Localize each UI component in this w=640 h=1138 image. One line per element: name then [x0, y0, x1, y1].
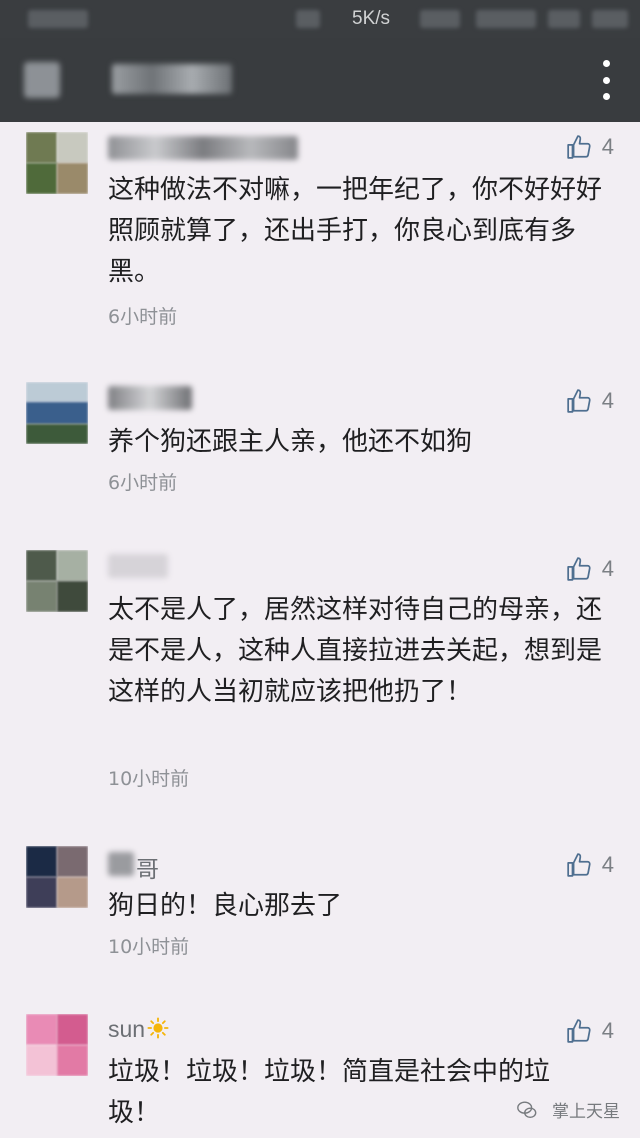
avatar[interactable] [26, 1014, 88, 1076]
user-name [108, 554, 168, 578]
user-name [108, 386, 192, 410]
user-name [108, 136, 298, 160]
like-button[interactable]: 4 [566, 388, 614, 414]
signal-icon [296, 10, 320, 28]
carrier-blur [28, 10, 88, 28]
thumbs-up-icon [567, 1019, 591, 1043]
wechat-icon [517, 1101, 537, 1118]
comment-item: 4 这种做法不对嘛，一把年纪了，你不好好好照顾就算了，还出手打，你良心到底有多黑… [0, 122, 640, 362]
comment-text: 太不是人了，居然这样对待自己的母亲，还是不是人，这种人直接拉进去关起，想到是这样… [108, 595, 603, 707]
watermark: 掌上天星 [516, 1097, 620, 1122]
more-options-icon[interactable] [602, 60, 610, 100]
cellular-icon [476, 10, 536, 28]
network-speed: 5K/s [352, 8, 391, 29]
like-button[interactable]: 4 [566, 556, 614, 582]
thumbs-up-icon [567, 557, 591, 581]
nav-bar [0, 38, 640, 122]
comment-text: 养个狗还跟主人亲，他还不如狗 [108, 427, 473, 457]
like-button[interactable]: 4 [566, 1018, 614, 1044]
comment-text: 狗日的！良心那去了 [108, 891, 343, 921]
user-name: 哥 [136, 856, 159, 882]
like-count: 4 [601, 852, 614, 877]
thumbs-up-icon [567, 853, 591, 877]
watermark-text: 掌上天星 [552, 1102, 620, 1122]
avatar[interactable] [26, 132, 88, 194]
page-title [112, 64, 232, 94]
comment-item: 哥 4 狗日的！良心那去了 10小时前 [0, 836, 640, 976]
name-blur [108, 852, 134, 876]
like-count: 4 [601, 556, 614, 581]
status-bar: 5K/s [0, 0, 640, 38]
comment-time: 6小时前 [108, 472, 178, 494]
like-count: 4 [601, 1018, 614, 1043]
wifi-icon [420, 10, 460, 28]
avatar[interactable] [26, 382, 88, 444]
comment-text: 这种做法不对嘛，一把年纪了，你不好好好照顾就算了，还出手打，你良心到底有多黑。 [108, 175, 603, 287]
avatar[interactable] [26, 550, 88, 612]
sun-icon [147, 1017, 169, 1039]
thumbs-up-icon [567, 135, 591, 159]
battery-icon [548, 10, 580, 28]
comment-time: 10小时前 [108, 768, 190, 790]
thumbs-up-icon [567, 389, 591, 413]
like-button[interactable]: 4 [566, 852, 614, 878]
clock-blur [592, 10, 628, 28]
back-icon[interactable] [24, 62, 60, 98]
like-count: 4 [601, 134, 614, 159]
user-name: sun [108, 1016, 169, 1043]
avatar[interactable] [26, 846, 88, 908]
comment-item: 4 养个狗还跟主人亲，他还不如狗 6小时前 [0, 372, 640, 512]
comment-time: 10小时前 [108, 936, 190, 958]
like-button[interactable]: 4 [566, 134, 614, 160]
comment-item: 4 太不是人了，居然这样对待自己的母亲，还是不是人，这种人直接拉进去关起，想到是… [0, 540, 640, 800]
like-count: 4 [601, 388, 614, 413]
comment-time: 6小时前 [108, 306, 178, 328]
